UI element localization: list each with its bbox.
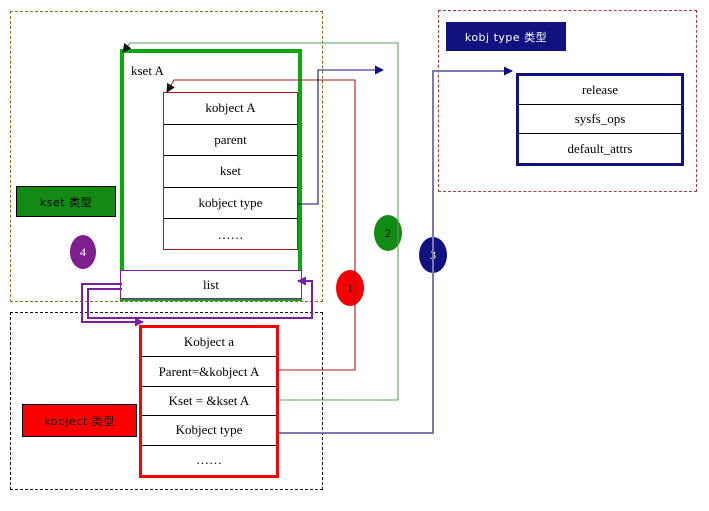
table-row: kset [164, 156, 297, 188]
marker-3-label: 3 [430, 247, 436, 262]
legend-kobjtype-label: kobj type 类型 [464, 30, 548, 44]
table-row: Kobject a [142, 328, 276, 358]
marker-4-label: 4 [80, 244, 86, 259]
table-row: kobject A [164, 93, 297, 125]
kset-a-inner-kobject-box: kobject A parent kset kobject type …… [163, 92, 298, 250]
marker-3: 3 [419, 237, 447, 273]
marker-4: 4 [70, 235, 96, 269]
table-row: …… [217, 227, 244, 243]
legend-kset-label: kset 类型 [39, 195, 93, 209]
marker-1: 1 [336, 270, 364, 306]
table-row: Parent=&kobject A [142, 357, 276, 387]
kset-a-list-row: list [120, 270, 302, 299]
table-row: parent [164, 125, 297, 157]
legend-kobjtype: kobj type 类型 [446, 22, 566, 51]
marker-2-label: 2 [385, 225, 391, 240]
table-row: kobject type [164, 188, 297, 220]
marker-2: 2 [374, 215, 402, 251]
table-row: list [203, 276, 219, 292]
table-row: default_attrs [567, 140, 633, 156]
legend-kset: kset 类型 [16, 186, 116, 217]
marker-1-label: 1 [347, 280, 353, 295]
kset-a-title: kset A [131, 63, 164, 78]
kobject-a-box: Kobject a Parent=&kobject A Kset = &kset… [139, 325, 279, 478]
table-row: sysfs_ops [519, 105, 681, 134]
legend-kobject-label: kobject 类型 [44, 414, 115, 428]
table-row: release [519, 76, 681, 105]
diagram-canvas: kset 类型 kobject 类型 kobj type 类型 kset A k… [0, 0, 709, 511]
table-row: Kobject type [142, 416, 276, 446]
legend-kobject: kobject 类型 [22, 404, 137, 437]
table-row: …… [196, 452, 222, 468]
table-row: Kset = &kset A [142, 387, 276, 417]
kobj-type-box: release sysfs_ops default_attrs [516, 73, 684, 166]
